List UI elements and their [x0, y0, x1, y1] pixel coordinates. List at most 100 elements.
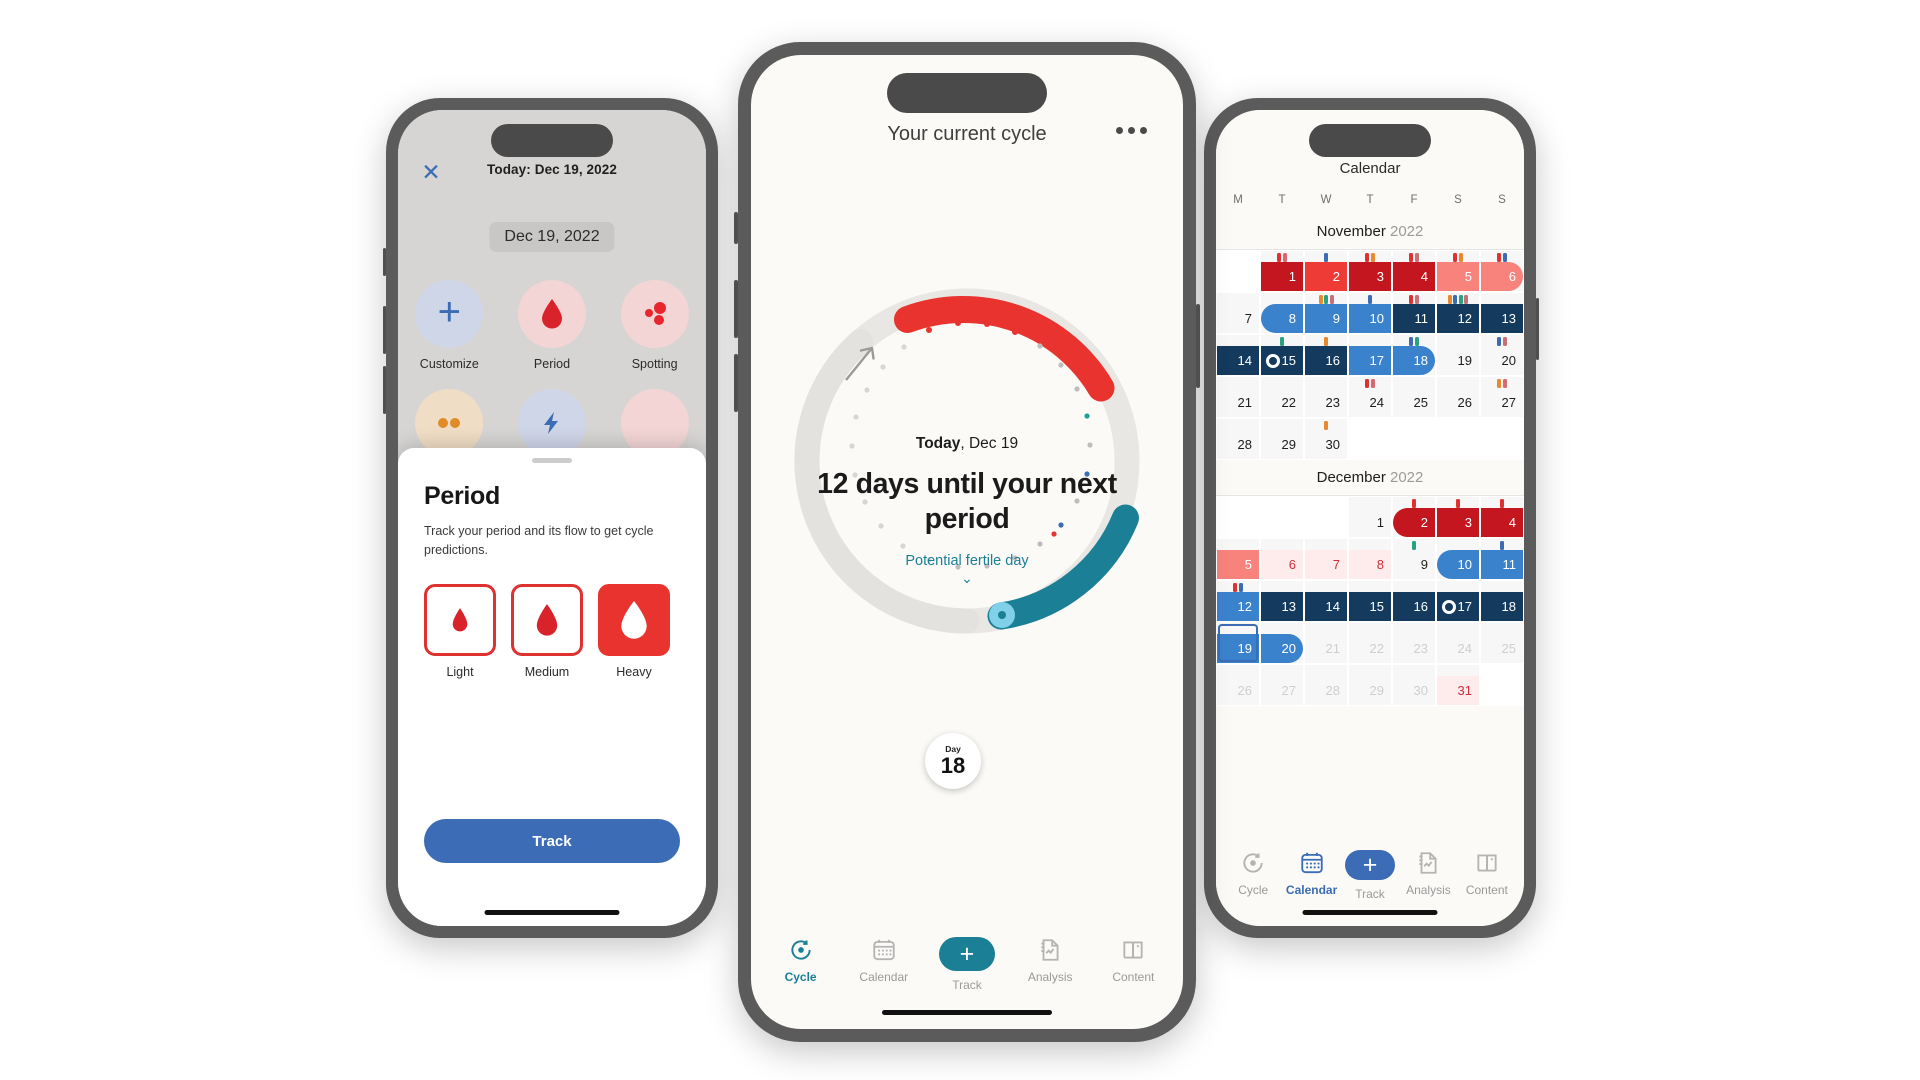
- nav-item-content[interactable]: Content: [1096, 937, 1170, 984]
- quick-item-customize[interactable]: + Customize: [398, 280, 501, 371]
- nav-item-calendar[interactable]: Calendar: [847, 937, 921, 984]
- calendar-cell[interactable]: 15: [1260, 334, 1304, 376]
- calendar-cell[interactable]: 23: [1304, 376, 1348, 418]
- calendar-cell[interactable]: 28: [1304, 664, 1348, 706]
- calendar-cell[interactable]: 6: [1260, 538, 1304, 580]
- calendar-cell[interactable]: 17: [1436, 580, 1480, 622]
- symptom-dots: [1349, 379, 1391, 388]
- track-button[interactable]: Track: [424, 819, 680, 863]
- calendar-cell[interactable]: 9: [1392, 538, 1436, 580]
- calendar-cell[interactable]: 14: [1304, 580, 1348, 622]
- calendar-cell[interactable]: 20: [1480, 334, 1524, 376]
- flow-option-heavy[interactable]: Heavy: [598, 583, 670, 679]
- quick-item-row2-a[interactable]: [398, 389, 501, 457]
- calendar-cell[interactable]: 3: [1436, 496, 1480, 538]
- phone-right: Calendar M T W T F S S November 2022 1 2 3 4 5: [1204, 98, 1539, 938]
- calendar-cell[interactable]: 7: [1304, 538, 1348, 580]
- calendar-cell[interactable]: 13: [1480, 292, 1524, 334]
- quick-item-row2-c[interactable]: [603, 389, 706, 457]
- calendar-cell[interactable]: 29: [1348, 664, 1392, 706]
- flow-option-medium[interactable]: Medium: [511, 583, 583, 679]
- more-horizontal-icon[interactable]: [1116, 127, 1147, 134]
- calendar-cell[interactable]: 30: [1392, 664, 1436, 706]
- calendar-cell[interactable]: 12: [1436, 292, 1480, 334]
- calendar-cell[interactable]: 1: [1348, 496, 1392, 538]
- calendar-scroll[interactable]: November 2022 1 2 3 4 5 6 7 8 9 10 11 12…: [1216, 214, 1524, 830]
- calendar-cell[interactable]: 21: [1304, 622, 1348, 664]
- calendar-cell[interactable]: 2: [1392, 496, 1436, 538]
- symptom-dots: [1481, 337, 1523, 346]
- quick-item-period[interactable]: Period: [501, 280, 604, 371]
- calendar-cell[interactable]: 16: [1392, 580, 1436, 622]
- calendar-cell[interactable]: 9: [1304, 292, 1348, 334]
- date-pill[interactable]: Dec 19, 2022: [489, 222, 615, 252]
- calendar-cell[interactable]: 29: [1260, 418, 1304, 460]
- calendar-cell[interactable]: 24: [1436, 622, 1480, 664]
- left-phone-screen: ✕ Today: Dec 19, 2022 Dec 19, 2022 + Cus…: [398, 110, 706, 926]
- calendar-cell[interactable]: 3: [1348, 250, 1392, 292]
- calendar-cell[interactable]: 10: [1436, 538, 1480, 580]
- calendar-day-number: 26: [1217, 676, 1259, 705]
- calendar-cell[interactable]: 30: [1304, 418, 1348, 460]
- calendar-cell[interactable]: 14: [1216, 334, 1260, 376]
- flow-option-light[interactable]: Light: [424, 583, 496, 679]
- calendar-cell[interactable]: 4: [1480, 496, 1524, 538]
- quick-item-spotting[interactable]: Spotting: [603, 280, 706, 371]
- nav-item-track[interactable]: + Track: [930, 937, 1004, 992]
- calendar-cell[interactable]: 5: [1216, 538, 1260, 580]
- calendar-cell[interactable]: 8: [1348, 538, 1392, 580]
- nav-item-content[interactable]: Content: [1458, 850, 1516, 897]
- calendar-day-number: 24: [1437, 634, 1479, 663]
- calendar-cell[interactable]: 11: [1480, 538, 1524, 580]
- ovulation-moon-icon: [1442, 600, 1456, 614]
- calendar-cell[interactable]: 27: [1480, 376, 1524, 418]
- calendar-cell[interactable]: 19: [1436, 334, 1480, 376]
- calendar-cell[interactable]: 17: [1348, 334, 1392, 376]
- nav-item-analysis[interactable]: Analysis: [1399, 850, 1457, 897]
- calendar-icon: [1300, 852, 1323, 874]
- calendar-cell[interactable]: 18: [1480, 580, 1524, 622]
- calendar-cell[interactable]: 24: [1348, 376, 1392, 418]
- calendar-cell[interactable]: 18: [1392, 334, 1436, 376]
- calendar-cell[interactable]: 27: [1260, 664, 1304, 706]
- calendar-cell[interactable]: 5: [1436, 250, 1480, 292]
- calendar-day-number: 28: [1305, 676, 1347, 705]
- calendar-cell[interactable]: 13: [1260, 580, 1304, 622]
- sheet-drag-handle[interactable]: [532, 458, 572, 463]
- calendar-cell[interactable]: 4: [1392, 250, 1436, 292]
- calendar-cell[interactable]: 8: [1260, 292, 1304, 334]
- calendar-cell[interactable]: 7: [1216, 292, 1260, 334]
- quick-item-row2-b[interactable]: [501, 389, 604, 457]
- calendar-cell[interactable]: 6: [1480, 250, 1524, 292]
- calendar-cell[interactable]: 15: [1348, 580, 1392, 622]
- calendar-cell[interactable]: 25: [1392, 376, 1436, 418]
- nav-item-calendar[interactable]: Calendar: [1282, 850, 1340, 897]
- content-book-icon: [1123, 941, 1143, 959]
- period-bubble: [517, 280, 586, 348]
- calendar-cell[interactable]: 2: [1304, 250, 1348, 292]
- calendar-cell[interactable]: 20: [1260, 622, 1304, 664]
- chevron-down-icon[interactable]: ⌄: [817, 571, 1117, 585]
- calendar-cell[interactable]: 25: [1480, 622, 1524, 664]
- nav-item-track[interactable]: + Track: [1341, 850, 1399, 901]
- calendar-cell[interactable]: 10: [1348, 292, 1392, 334]
- calendar-cell[interactable]: 28: [1216, 418, 1260, 460]
- nav-item-analysis[interactable]: Analysis: [1013, 937, 1087, 984]
- fertile-day-link[interactable]: Potential fertile day: [817, 553, 1117, 569]
- nav-item-cycle[interactable]: Cycle: [1224, 850, 1282, 897]
- calendar-cell[interactable]: 1: [1260, 250, 1304, 292]
- calendar-cell[interactable]: 19: [1216, 622, 1260, 664]
- calendar-cell[interactable]: 12: [1216, 580, 1260, 622]
- calendar-cell[interactable]: 26: [1436, 376, 1480, 418]
- calendar-cell[interactable]: 31: [1436, 664, 1480, 706]
- nav-item-cycle[interactable]: Cycle: [764, 937, 838, 984]
- calendar-cell[interactable]: 23: [1392, 622, 1436, 664]
- calendar-cell[interactable]: 26: [1216, 664, 1260, 706]
- calendar-cell[interactable]: 22: [1348, 622, 1392, 664]
- nav-label: Content: [1112, 970, 1155, 984]
- day-marker[interactable]: Day 18: [925, 733, 981, 789]
- calendar-cell[interactable]: 16: [1304, 334, 1348, 376]
- calendar-cell[interactable]: 21: [1216, 376, 1260, 418]
- calendar-cell[interactable]: 11: [1392, 292, 1436, 334]
- calendar-cell[interactable]: 22: [1260, 376, 1304, 418]
